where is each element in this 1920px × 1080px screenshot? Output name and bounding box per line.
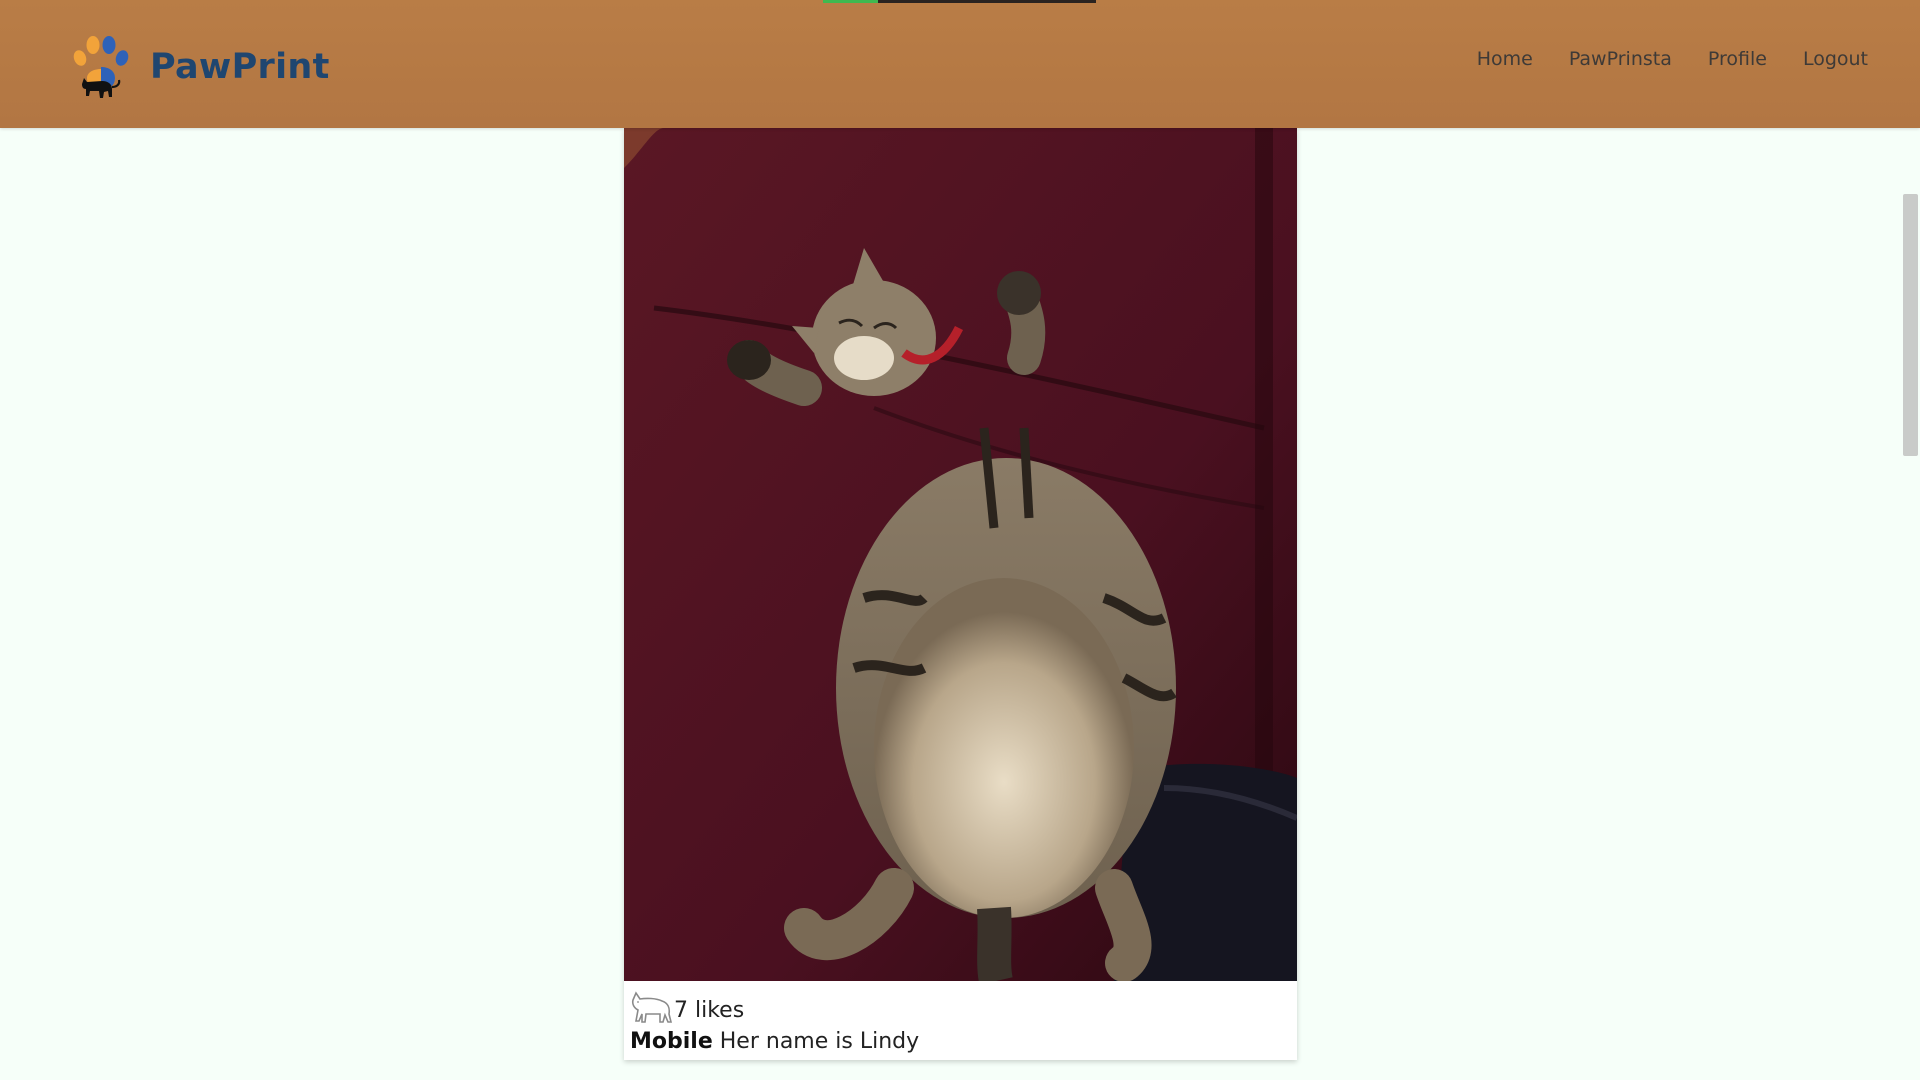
page: PawPrint Home PawPrinsta Profile Logout [0,0,1920,1080]
brand-name: PawPrint [150,47,330,87]
post-username[interactable]: Mobile [630,1029,713,1054]
cat-outline-like-icon[interactable] [630,990,674,1024]
nav-link-pawprinsta[interactable]: PawPrinsta [1569,48,1672,70]
post-caption: Mobile Her name is Lindy [630,1028,1290,1056]
paw-cat-logo-icon [73,36,129,98]
sleeping-tabby-cat-photo[interactable] [624,128,1297,981]
main-nav: Home PawPrinsta Profile Logout [1477,48,1868,70]
nav-link-home[interactable]: Home [1477,48,1533,70]
post-footer: 7 likes Mobile Her name is Lindy [630,988,1290,1056]
nav-link-profile[interactable]: Profile [1708,48,1767,70]
top-navigation-bar: PawPrint Home PawPrinsta Profile Logout [0,0,1920,128]
page-scrollbar-thumb[interactable] [1903,194,1918,456]
nav-link-logout[interactable]: Logout [1803,48,1868,70]
page-load-progress-fill [823,0,878,3]
post-card: 7 likes Mobile Her name is Lindy [624,128,1297,1060]
likes-row: 7 likes [630,988,1290,1024]
post-caption-text: Her name is Lindy [719,1029,920,1054]
brand-logo-link[interactable]: PawPrint [68,34,330,100]
page-load-progress-bar [823,0,1096,3]
likes-count: 7 likes [674,998,745,1023]
